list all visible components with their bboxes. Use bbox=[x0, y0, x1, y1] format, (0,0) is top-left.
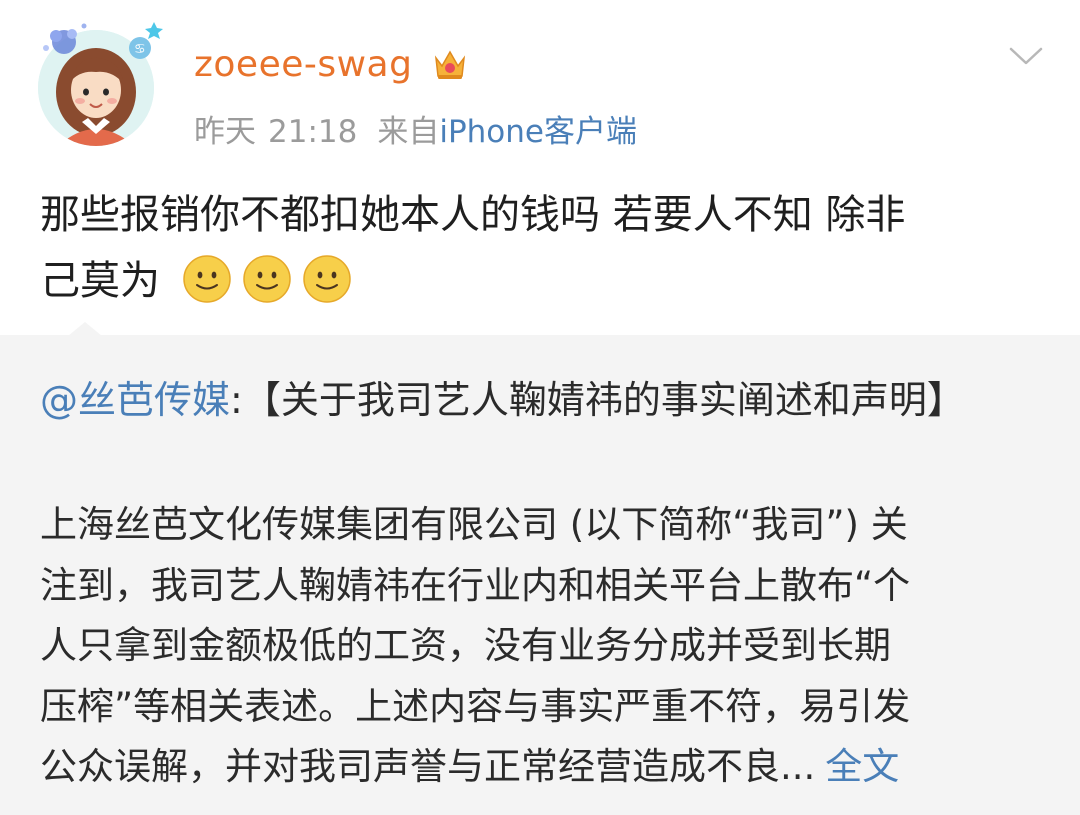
full-text-link[interactable]: 全文 bbox=[825, 745, 899, 788]
smile-emoji-icon bbox=[303, 255, 351, 303]
post-text-line: 那些报销你不都扣她本人的钱吗 若要人不知 除非 bbox=[40, 192, 906, 238]
smile-emoji-icon bbox=[183, 255, 231, 303]
post-text-line: 己莫为 bbox=[40, 248, 1040, 314]
username[interactable]: zoeee-swag bbox=[194, 44, 412, 85]
repost-colon: : bbox=[230, 378, 243, 422]
repost-line: 上海丝芭文化传媒集团有限公司 (以下简称“我司”) 关 bbox=[40, 503, 908, 546]
repost-card[interactable]: @丝芭传媒:【关于我司艺人鞠婧祎的事实阐述和声明】 上海丝芭文化传媒集团有限公司… bbox=[0, 335, 1080, 815]
post-time: 21:18 bbox=[268, 114, 358, 150]
weibo-post: ♋ zoeee-swag 昨天 21:18 来自iPhone客户端 那些报销你不都扣… bbox=[0, 0, 1080, 335]
post-text-line-2: 己莫为 bbox=[40, 258, 160, 304]
repost-body: 上海丝芭文化传媒集团有限公司 (以下简称“我司”) 关 注到，我司艺人鞠婧祎在行… bbox=[40, 495, 1040, 798]
repost-line: 公众误解，并对我司声誉与正常经营造成不良... bbox=[40, 745, 816, 788]
repost-line: 压榨”等相关表述。上述内容与事实严重不符，易引发 bbox=[40, 684, 911, 728]
svg-text:♋: ♋ bbox=[134, 42, 146, 57]
repost-pointer bbox=[68, 322, 102, 336]
avatar-decoration-icon: ♋ bbox=[43, 22, 163, 59]
source-client-link[interactable]: iPhone客户端 bbox=[439, 114, 637, 150]
smile-emoji-icon bbox=[243, 255, 291, 303]
vip-crown-icon[interactable] bbox=[430, 44, 470, 84]
repost-title: 【关于我司艺人鞠婧祎的事实阐述和声明】 bbox=[242, 378, 965, 422]
repost-header: @丝芭传媒:【关于我司艺人鞠婧祎的事实阐述和声明】 bbox=[40, 375, 1050, 425]
avatar[interactable]: ♋ bbox=[38, 22, 163, 146]
repost-line-last: 公众误解，并对我司声誉与正常经营造成不良... 全文 bbox=[40, 737, 1040, 798]
post-text: 那些报销你不都扣她本人的钱吗 若要人不知 除非 己莫为 bbox=[40, 182, 1040, 314]
post-date: 昨天 bbox=[194, 114, 256, 150]
repost-line: 人只拿到金额极低的工资，没有业务分成并受到长期 bbox=[40, 624, 891, 667]
post-meta: 昨天 21:18 来自iPhone客户端 bbox=[194, 106, 637, 151]
mention-link[interactable]: @丝芭传媒 bbox=[40, 378, 230, 422]
repost-line: 注到，我司艺人鞠婧祎在行业内和相关平台上散布“个 bbox=[40, 563, 911, 607]
source-label: 来自 bbox=[377, 114, 440, 150]
chevron-down-icon[interactable] bbox=[1008, 44, 1044, 68]
